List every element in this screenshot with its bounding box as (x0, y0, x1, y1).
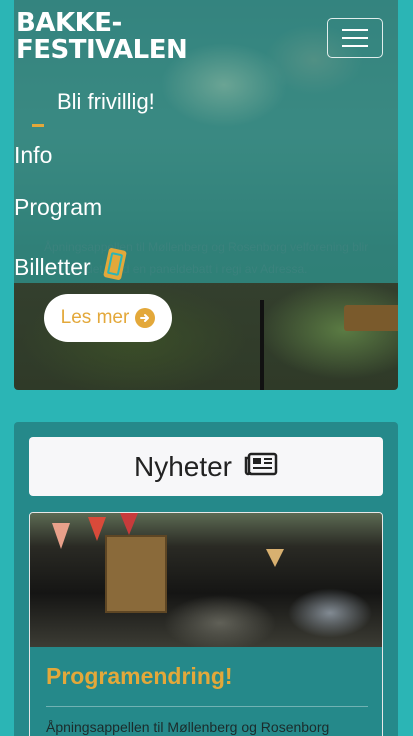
news-title: Nyheter (133, 450, 233, 482)
nav-item-volunteer[interactable]: Bli frivillig! (57, 89, 155, 115)
news-header: Nyheter (29, 437, 383, 496)
read-more-button[interactable]: Les mer (44, 294, 172, 342)
bunting-flag (88, 517, 106, 541)
logo-line-2: FESTIVALEN (16, 35, 188, 65)
nav-item-program[interactable]: Program (14, 194, 102, 221)
hero-photo-detail (344, 305, 398, 331)
ticket-icon (101, 246, 129, 288)
card-divider (46, 706, 368, 707)
logo-line-1: BAKKE- (16, 8, 122, 38)
photo-board (105, 535, 167, 613)
nav-item-tickets-label: Billetter (14, 253, 91, 280)
bunting-flag (120, 513, 138, 535)
menu-toggle-button[interactable] (327, 18, 383, 58)
news-image (30, 513, 382, 647)
read-more-label: Les mer (60, 307, 130, 328)
bunting-flag (52, 523, 70, 549)
bunting-flag (266, 549, 284, 567)
news-card-excerpt: Åpningsappellen til Møllenberg og Rosenb… (46, 719, 330, 735)
hamburger-icon (342, 37, 368, 39)
hamburger-icon (342, 45, 368, 47)
nav-item-info[interactable]: Info (14, 142, 52, 169)
news-section: Nyheter Programendring! Åpningsappellen … (14, 422, 398, 736)
hamburger-icon (342, 29, 368, 31)
newspaper-icon (244, 452, 278, 481)
news-card[interactable]: Programendring! Åpningsappellen til Møll… (29, 512, 383, 736)
hero-photo-detail (260, 300, 264, 390)
nav-indicator (32, 124, 44, 127)
arrow-circle-right-icon (135, 308, 156, 328)
news-card-title[interactable]: Programendring! (46, 663, 233, 690)
festival-logo[interactable]: BAKKE- FESTIVALEN (16, 8, 188, 65)
nav-item-tickets[interactable]: Billetter (14, 246, 129, 288)
